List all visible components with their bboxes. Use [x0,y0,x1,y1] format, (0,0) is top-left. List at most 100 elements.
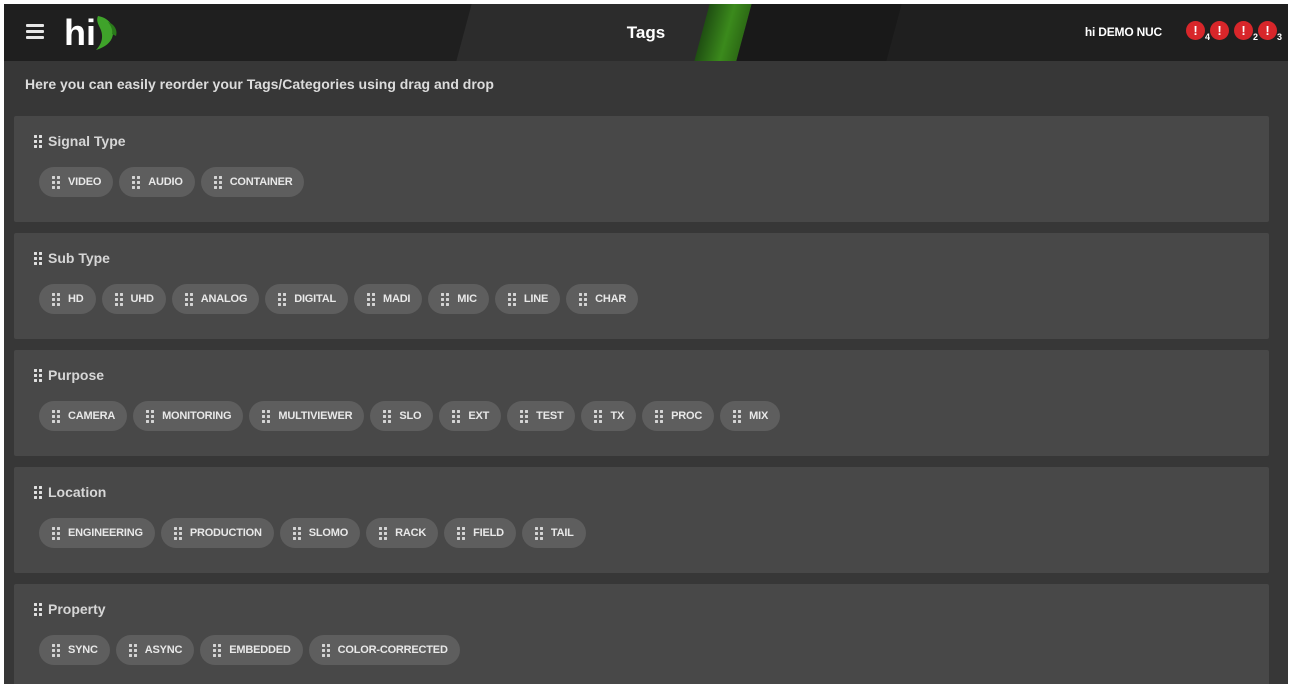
drag-handle-icon[interactable] [579,292,588,306]
drag-handle-icon[interactable] [34,251,42,265]
drag-handle-icon[interactable] [366,292,375,306]
drag-handle-icon[interactable] [278,292,287,306]
tag-chip[interactable]: CONTAINER [200,167,305,197]
alerts-group: ! 4 ! ! 2 ! 3 [1186,21,1282,42]
tag-label: SLO [399,410,422,422]
drag-handle-icon[interactable] [52,643,60,657]
tag-chip[interactable]: EMBEDDED [200,635,303,665]
drag-handle-icon[interactable] [146,409,155,423]
tag-chip[interactable]: MADI [353,284,423,314]
tag-chip[interactable]: TAIL [521,518,586,548]
alert-badge-3[interactable]: ! 2 [1234,21,1258,42]
tag-chip[interactable]: TEST [507,401,576,431]
drag-handle-icon[interactable] [534,526,543,540]
tag-label: CONTAINER [229,176,293,188]
tag-chip[interactable]: ANALOG [171,284,260,314]
tag-chip[interactable]: CHAR [566,284,639,314]
intro-text: Here you can easily reorder your Tags/Ca… [25,76,494,92]
tag-chip[interactable]: AUDIO [119,167,195,197]
drag-handle-icon[interactable] [128,643,137,657]
drag-handle-icon[interactable] [321,643,330,657]
tag-chip[interactable]: ASYNC [115,635,195,665]
tag-label: MULTIVIEWER [278,410,353,422]
drag-handle-icon[interactable] [262,409,271,423]
tag-label: ANALOG [200,293,248,305]
drag-handle-icon[interactable] [213,643,222,657]
alert-badge-1[interactable]: ! 4 [1186,21,1210,42]
tag-chip[interactable]: PRODUCTION [160,518,274,548]
tag-label: MONITORING [162,410,232,422]
tag-label: LINE [523,293,549,305]
category-card[interactable]: Signal Type VIDEO AUDIO CONTAINER [14,116,1269,222]
tag-chip[interactable]: TX [581,401,637,431]
tag-chip[interactable]: FIELD [444,518,516,548]
drag-handle-icon[interactable] [34,368,42,382]
tag-chip[interactable]: CAMERA [39,401,128,431]
drag-handle-icon[interactable] [52,409,60,423]
category-name: Location [48,484,107,500]
drag-handle-icon[interactable] [733,409,742,423]
tag-chip[interactable]: RACK [366,518,439,548]
drag-handle-icon[interactable] [655,409,664,423]
category-header[interactable]: Property [34,601,106,617]
tag-chip[interactable]: ENGINEERING [39,518,155,548]
category-header[interactable]: Purpose [34,367,104,383]
drag-handle-icon[interactable] [184,292,193,306]
drag-handle-icon[interactable] [52,526,60,540]
category-card[interactable]: Sub Type HD UHD ANALOG DIGITAL MADI MIC … [14,233,1269,339]
drag-handle-icon[interactable] [34,134,42,148]
tag-list: SYNC ASYNC EMBEDDED COLOR-CORRECTED [39,635,460,665]
tag-chip[interactable]: MIX [720,401,781,431]
drag-handle-icon[interactable] [52,175,60,189]
drag-handle-icon[interactable] [379,526,388,540]
drag-handle-icon[interactable] [173,526,182,540]
category-card[interactable]: Property SYNC ASYNC EMBEDDED COLOR-CORRE… [14,584,1269,684]
drag-handle-icon[interactable] [34,602,42,616]
drag-handle-icon[interactable] [507,292,516,306]
drag-handle-icon[interactable] [520,409,529,423]
tag-chip[interactable]: UHD [101,284,166,314]
tag-chip[interactable]: COLOR-CORRECTED [308,635,460,665]
drag-handle-icon[interactable] [594,409,603,423]
drag-handle-icon[interactable] [132,175,141,189]
drag-handle-icon[interactable] [457,526,466,540]
tag-chip[interactable]: SLO [370,401,434,431]
drag-handle-icon[interactable] [34,485,42,499]
alert-badge-2[interactable]: ! [1210,21,1230,41]
category-header[interactable]: Signal Type [34,133,126,149]
tag-chip[interactable]: MONITORING [133,401,244,431]
alert-icon: ! [1258,21,1277,40]
tag-list: VIDEO AUDIO CONTAINER [39,167,305,197]
device-name: hi DEMO NUC [1084,25,1162,39]
tag-chip[interactable]: PROC [642,401,715,431]
tag-label: DIGITAL [294,293,336,305]
app-frame: hi Tags hi DEMO NUC ! 4 ! ! 2 ! 3 Here y… [4,4,1288,684]
category-header[interactable]: Sub Type [34,250,110,266]
drag-handle-icon[interactable] [441,292,450,306]
drag-handle-icon[interactable] [452,409,461,423]
tag-chip[interactable]: SYNC [39,635,110,665]
drag-handle-icon[interactable] [114,292,123,306]
tag-chip[interactable]: MULTIVIEWER [249,401,365,431]
alert-count: 3 [1276,32,1282,42]
tag-chip[interactable]: HD [39,284,96,314]
drag-handle-icon[interactable] [52,292,60,306]
category-name: Purpose [48,367,105,383]
top-bar: hi Tags hi DEMO NUC ! 4 ! ! 2 ! 3 [4,4,1288,61]
tag-chip[interactable]: EXT [439,401,502,431]
tag-label: MADI [382,293,411,305]
alert-badge-4[interactable]: ! 3 [1258,21,1282,42]
category-header[interactable]: Location [34,484,106,500]
tag-chip[interactable]: SLOMO [279,518,361,548]
tag-label: FIELD [473,527,504,539]
category-card[interactable]: Location ENGINEERING PRODUCTION SLOMO RA… [14,467,1269,573]
tag-label: HD [68,293,84,305]
drag-handle-icon[interactable] [213,175,222,189]
category-card[interactable]: Purpose CAMERA MONITORING MULTIVIEWER SL… [14,350,1269,456]
tag-chip[interactable]: VIDEO [39,167,114,197]
tag-chip[interactable]: MIC [428,284,489,314]
drag-handle-icon[interactable] [383,409,392,423]
tag-chip[interactable]: LINE [494,284,561,314]
drag-handle-icon[interactable] [292,526,301,540]
tag-chip[interactable]: DIGITAL [265,284,348,314]
